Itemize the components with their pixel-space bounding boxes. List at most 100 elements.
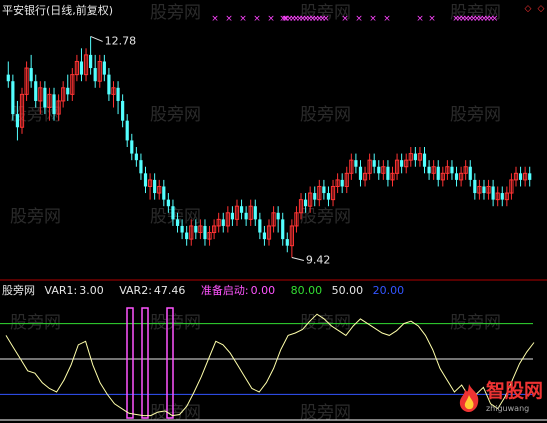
watermark-text: 股旁网 [450,313,501,333]
candle [445,160,450,180]
candle [107,68,111,101]
price-annotations: 12.78 9.42 [90,34,331,267]
candle-body [454,173,459,180]
candle-body [171,206,175,220]
candle [358,160,363,187]
candle [454,166,459,187]
candle [427,160,431,180]
logo-text: 智股网 zhiguwang [486,382,543,418]
candle-body [413,153,417,161]
candle-body [285,239,289,246]
candle [230,206,235,226]
candle [111,81,116,108]
candle [340,173,344,194]
candle [6,61,10,88]
watermark-text: 股旁网 [450,105,501,125]
candle-body [121,100,125,121]
candle [221,212,225,233]
var1-value: 3.00 [79,284,104,297]
var1-readout: VAR1: 3.00 [45,284,110,297]
watermark-text: 股旁网 [150,207,201,227]
candle [394,153,400,180]
candle-body [326,193,331,200]
candle-body [43,87,47,108]
candle [408,147,413,167]
candle-body [450,166,454,174]
candle [234,199,240,226]
candle-body [482,186,486,194]
candle-body [491,186,495,200]
candle-body [125,120,129,141]
candle [143,166,148,194]
signal-value: 0.00 [250,284,276,297]
candle [207,225,212,246]
candle [244,206,248,226]
signal-marker: × [355,14,363,24]
indicator-name: 股旁网 [2,284,35,297]
chart-title: 平安银行(日线,前复权) [2,4,114,17]
candle-body [134,153,138,161]
candle [509,173,514,200]
candle-body [468,166,472,180]
candle [185,225,189,246]
candle-body [194,225,198,233]
candle [216,212,221,233]
candle-body [358,166,363,180]
annotation-leader [291,257,304,262]
candle [79,48,84,82]
var1-label: VAR1: [44,284,78,297]
candle [482,179,486,200]
candle [147,173,153,200]
candle-body [372,160,376,167]
candle [400,153,404,174]
signal-marker: × [225,14,233,24]
candle-body [89,54,93,69]
candle-body [262,232,267,240]
candle [381,160,386,180]
candle [495,186,500,207]
signal-marker: × [211,14,219,24]
candle-body [322,186,326,194]
candle [349,153,354,180]
candle-body [34,81,38,101]
level-b-value: 50.00 [331,284,364,297]
candle-body [281,219,285,240]
candle-body [107,74,111,95]
candle-body [253,206,257,220]
watermark-text: 股旁网 [150,3,201,23]
candle-body [180,225,184,233]
annotation-label: 9.42 [306,254,331,267]
candle [83,48,89,82]
candle [322,179,326,200]
site-logo: 智股网 zhiguwang [456,382,543,418]
candle-body [29,68,33,82]
signal-label: 准备启动: [200,284,249,297]
candle [203,219,207,246]
candle [440,166,445,187]
candle [500,186,504,207]
candle [281,212,285,246]
signal-readout: 准备启动: 0.00 [201,284,281,297]
signal-bar [141,307,149,419]
candle-body [153,179,157,194]
flame-icon [456,383,482,417]
signal-marker: × [239,14,247,24]
candle [74,54,79,82]
candle [134,147,138,167]
candle-body [518,173,523,180]
candle [431,160,436,180]
var2-readout: VAR2: 47.46 [119,284,191,297]
candle-body [313,193,317,200]
signal-marker: × [267,14,275,24]
candle [404,153,409,174]
candle-body [436,166,440,180]
candle [468,160,472,187]
candle [367,153,372,180]
candle-body [11,81,15,115]
candle-body [15,114,20,128]
candle [518,166,523,187]
candle [344,166,349,194]
level-c-value: 20.00 [372,284,405,297]
candle [153,173,157,200]
candle-body [66,87,70,95]
